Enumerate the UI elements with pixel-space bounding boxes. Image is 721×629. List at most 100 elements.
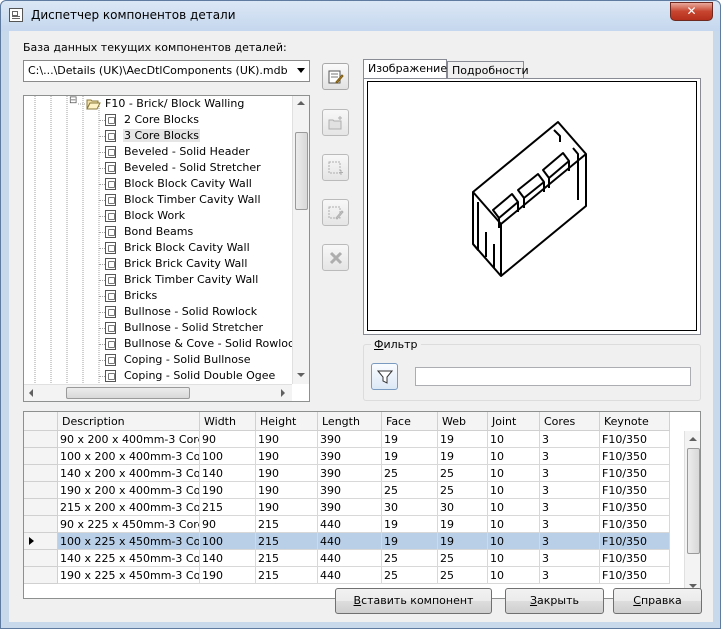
table-cell: 25 bbox=[438, 482, 488, 499]
row-header[interactable] bbox=[24, 550, 58, 567]
scroll-right-icon[interactable] bbox=[281, 389, 285, 397]
components-table[interactable]: Description Width Height Length Face Web Joint… bbox=[23, 411, 701, 599]
tree-item-label: Beveled - Solid Stretcher bbox=[124, 161, 261, 174]
table-cell: 10 bbox=[488, 431, 540, 448]
scroll-left-icon[interactable] bbox=[29, 389, 33, 397]
edit-database-button[interactable] bbox=[322, 63, 349, 90]
component-tree[interactable]: ⊟ F10 - Brick/ Block Walling 2 Core Bloc… bbox=[23, 95, 310, 402]
insert-component-button[interactable]: Вставить компонент bbox=[335, 588, 492, 614]
column-header[interactable]: Length bbox=[318, 412, 382, 431]
table-row[interactable]: 100 x 200 x 400mm-3 Cor 100 190 390 19 19 10 3 F… bbox=[24, 448, 670, 465]
row-header[interactable] bbox=[24, 448, 58, 465]
collapse-icon[interactable]: ⊟ bbox=[69, 96, 77, 106]
row-header[interactable] bbox=[24, 516, 58, 533]
tree-vertical-scrollbar[interactable] bbox=[292, 96, 309, 384]
table-cell: 190 bbox=[256, 431, 318, 448]
tab-image[interactable]: Изображение bbox=[363, 59, 447, 79]
column-header[interactable]: Joint bbox=[488, 412, 540, 431]
funnel-icon bbox=[377, 370, 393, 384]
dialog-window: Диспетчер компонентов детали ✕ База данн… bbox=[0, 0, 721, 629]
scroll-down-icon[interactable] bbox=[297, 373, 305, 377]
row-header[interactable] bbox=[24, 465, 58, 482]
scroll-thumb-horizontal[interactable] bbox=[66, 387, 190, 399]
tree-item[interactable]: Coping - Solid Bullnose bbox=[24, 352, 292, 368]
column-header[interactable]: Height bbox=[256, 412, 318, 431]
column-header[interactable]: Keynote bbox=[600, 412, 670, 431]
table-row[interactable]: 90 x 225 x 450mm-3 Core 90 215 440 19 19 10 3 F1… bbox=[24, 516, 670, 533]
table-cell: 19 bbox=[382, 516, 438, 533]
tree-item[interactable]: Bond Beams bbox=[24, 224, 292, 240]
tree-item[interactable]: Beveled - Solid Header bbox=[24, 144, 292, 160]
tree-item-label: Coping - Solid Bullnose bbox=[124, 353, 251, 366]
table-cell: 10 bbox=[488, 516, 540, 533]
row-header[interactable] bbox=[24, 567, 58, 584]
table-row[interactable]: 100 x 225 x 450mm-3 Cor 100 215 440 19 19 10 3 F… bbox=[24, 533, 670, 550]
new-folder-button[interactable] bbox=[322, 109, 349, 136]
table-row[interactable]: 215 x 200 x 400mm-3 Cor 215 190 390 30 30 10 3 F… bbox=[24, 499, 670, 516]
table-cell: 10 bbox=[488, 465, 540, 482]
table-row[interactable]: 140 x 200 x 400mm-3 Cor 140 190 390 25 25 10 3 F… bbox=[24, 465, 670, 482]
tree-item[interactable]: Brick Timber Cavity Wall bbox=[24, 272, 292, 288]
row-header[interactable] bbox=[24, 482, 58, 499]
close-window-button[interactable]: ✕ bbox=[670, 2, 713, 21]
database-combobox[interactable]: C:\...\Details (UK)\AecDtlComponents (UK… bbox=[23, 60, 310, 82]
column-header[interactable]: Cores bbox=[540, 412, 600, 431]
row-header[interactable] bbox=[24, 431, 58, 448]
table-cell: 3 bbox=[540, 567, 600, 584]
edit-component-button[interactable] bbox=[322, 199, 349, 226]
table-cell: 190 bbox=[256, 499, 318, 516]
scroll-thumb[interactable] bbox=[295, 132, 308, 210]
table-cell: 140 x 200 x 400mm-3 Cor bbox=[58, 465, 200, 482]
scroll-up-icon[interactable] bbox=[297, 101, 305, 105]
filter-button[interactable] bbox=[371, 363, 398, 390]
table-cell: 25 bbox=[438, 567, 488, 584]
table-cell: F10/350 bbox=[600, 533, 670, 550]
table-cell: 10 bbox=[488, 550, 540, 567]
chevron-down-icon[interactable] bbox=[297, 68, 305, 73]
table-cell: 25 bbox=[438, 465, 488, 482]
tree-item[interactable]: Beveled - Solid Stretcher bbox=[24, 160, 292, 176]
tree-item[interactable]: Bricks bbox=[24, 288, 292, 304]
add-component-button[interactable] bbox=[322, 154, 349, 181]
tree-item[interactable]: Bullnose - Solid Rowlock bbox=[24, 304, 292, 320]
component-icon bbox=[105, 290, 116, 302]
window-title: Диспетчер компонентов детали bbox=[31, 8, 236, 22]
tree-item[interactable]: Block Timber Cavity Wall bbox=[24, 192, 292, 208]
scroll-thumb[interactable] bbox=[687, 448, 700, 554]
component-icon bbox=[105, 210, 116, 222]
column-header[interactable]: Description bbox=[58, 412, 200, 431]
tab-details[interactable]: Подробности bbox=[447, 61, 529, 79]
tree-item[interactable]: 3 Core Blocks bbox=[24, 128, 292, 144]
table-cell: 19 bbox=[382, 448, 438, 465]
tree-item[interactable]: Bullnose & Cove - Solid Rowlock bbox=[24, 336, 300, 352]
filter-input[interactable] bbox=[415, 367, 691, 386]
scroll-up-icon[interactable] bbox=[689, 437, 697, 441]
tree-item[interactable]: Coping - Solid Double Ogee bbox=[24, 368, 292, 384]
tree-item[interactable]: Brick Block Cavity Wall bbox=[24, 240, 292, 256]
tree-item[interactable]: 2 Core Blocks bbox=[24, 112, 292, 128]
table-vertical-scrollbar[interactable] bbox=[684, 431, 700, 598]
tree-item[interactable]: Block Work bbox=[24, 208, 292, 224]
component-icon bbox=[105, 242, 116, 254]
tree-folder-f10[interactable]: ⊟ F10 - Brick/ Block Walling bbox=[24, 96, 309, 112]
table-cell: 90 bbox=[200, 516, 256, 533]
tree-horizontal-scrollbar[interactable] bbox=[24, 384, 292, 401]
tree-item[interactable]: Block Block Cavity Wall bbox=[24, 176, 292, 192]
column-header[interactable]: Width bbox=[200, 412, 256, 431]
table-row[interactable]: 90 x 200 x 400mm-3 Core 90 190 390 19 19 10 3 F1… bbox=[24, 431, 670, 448]
help-button[interactable]: Справка bbox=[613, 588, 702, 614]
tree-item[interactable]: Bullnose - Solid Stretcher bbox=[24, 320, 292, 336]
table-row[interactable]: 140 x 225 x 450mm-3 Cor 140 215 440 25 25 10 3 F… bbox=[24, 550, 670, 567]
tree-item[interactable]: Brick Brick Cavity Wall bbox=[24, 256, 292, 272]
concrete-block-drawing bbox=[472, 121, 587, 277]
table-row[interactable]: 190 x 225 x 450mm-3 Cor 190 215 440 25 25 10 3 F… bbox=[24, 567, 670, 584]
component-icon bbox=[105, 130, 116, 142]
row-header[interactable] bbox=[24, 499, 58, 516]
column-header[interactable]: Face bbox=[382, 412, 438, 431]
table-row[interactable]: 190 x 200 x 400mm-3 Cor 190 190 390 25 25 10 3 F… bbox=[24, 482, 670, 499]
column-header[interactable]: Web bbox=[438, 412, 488, 431]
table-cell: 390 bbox=[318, 431, 382, 448]
delete-button[interactable] bbox=[322, 244, 349, 271]
current-row-arrow-icon[interactable] bbox=[24, 533, 58, 550]
close-button[interactable]: Закрыть bbox=[505, 588, 604, 614]
